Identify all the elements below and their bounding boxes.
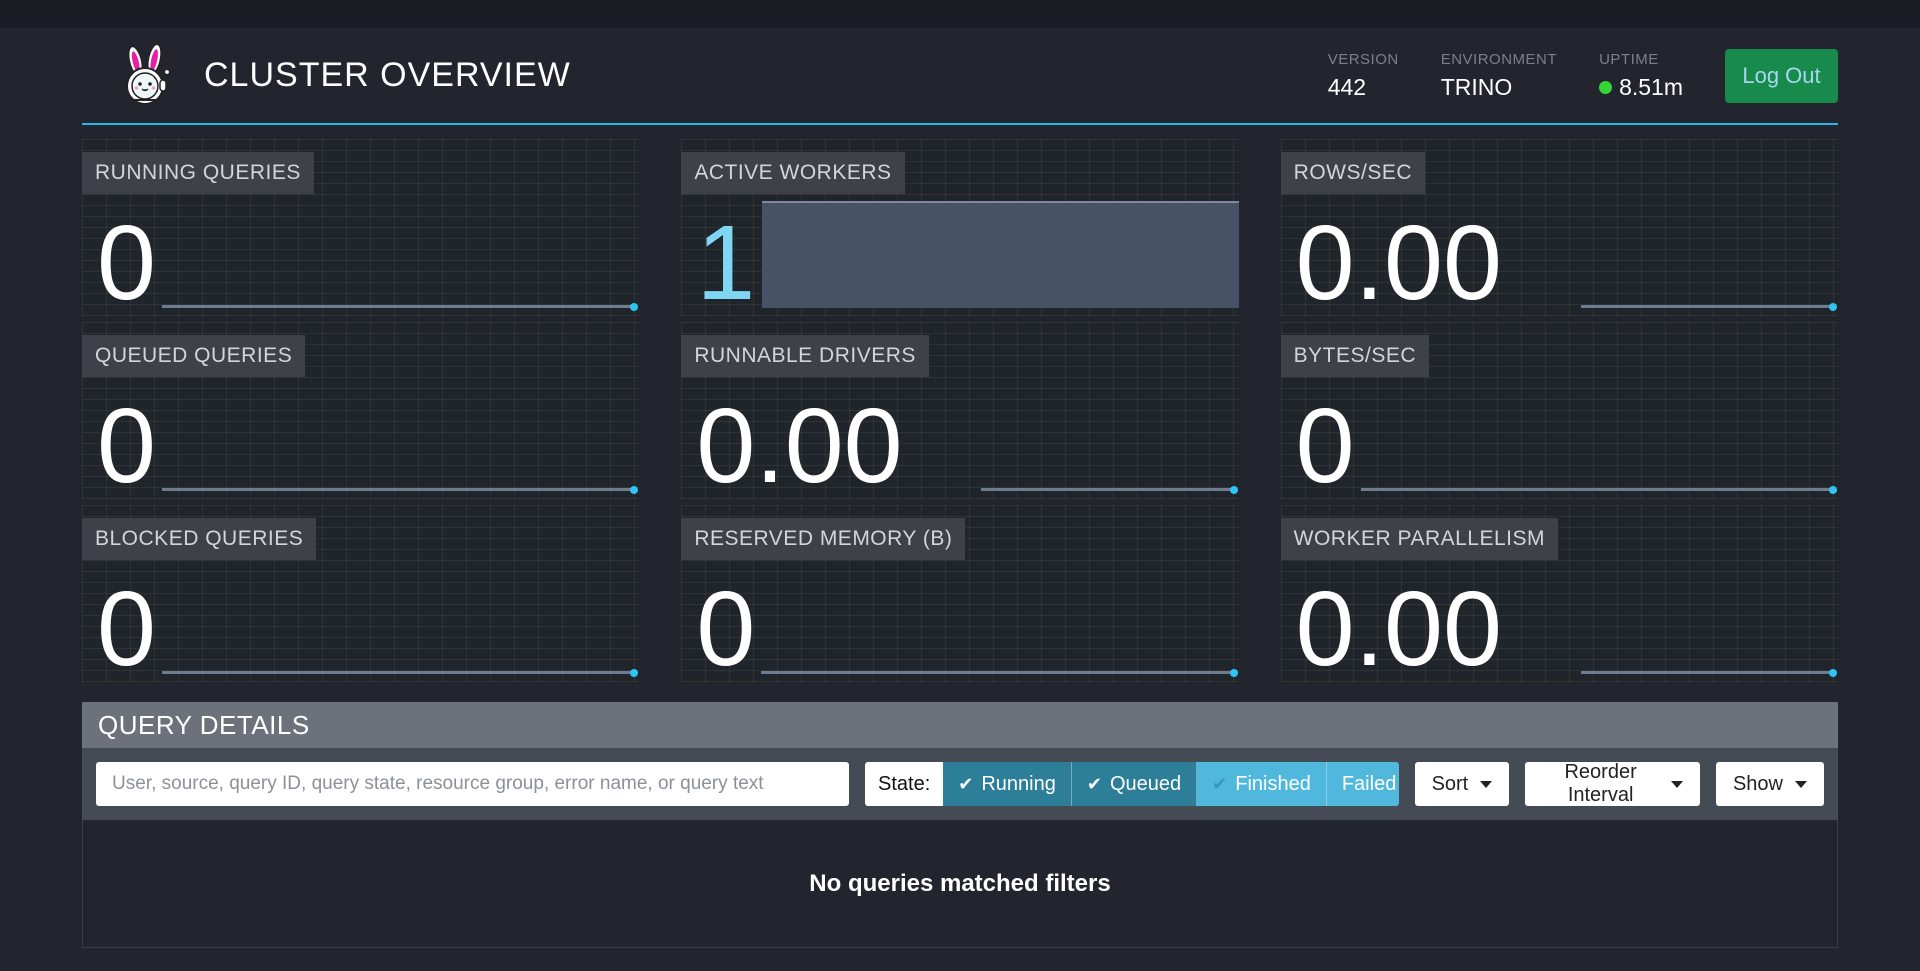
state-filter-finished-label: Finished [1235,773,1311,796]
logout-button[interactable]: Log Out [1725,49,1838,103]
sparkline [162,488,636,491]
state-filter-running[interactable]: ✔ Running [943,762,1072,806]
sparkline-dot [1829,669,1837,677]
card-value: 0 [97,586,156,673]
card-worker-parallelism: WORKER PARALLELISM 0.00 [1281,505,1838,683]
version-label: VERSION [1328,51,1399,68]
sparkline-dot [630,669,638,677]
sort-label: Sort [1432,773,1469,796]
state-filter-finished[interactable]: ✔ Finished [1197,762,1327,806]
state-filter-queued[interactable]: ✔ Queued [1072,762,1197,806]
card-label: RUNNABLE DRIVERS [681,335,929,377]
sparkline [1581,671,1835,674]
meta-uptime: UPTIME 8.51m [1599,51,1683,101]
sparkline [162,671,636,674]
card-label: QUEUED QUERIES [82,335,305,377]
sparkline-dot [1829,486,1837,494]
uptime-value: 8.51m [1599,74,1683,101]
state-filter-failed-label: Failed [1342,773,1396,796]
header: CLUSTER OVERVIEW VERSION 442 ENVIRONMENT… [82,28,1838,125]
card-value: 0 [1296,403,1355,490]
card-queued-queries: QUEUED QUERIES 0 [82,322,639,500]
card-blocked-queries: BLOCKED QUERIES 0 [82,505,639,683]
sparkline-dot [630,486,638,494]
state-filter-failed-dropdown[interactable]: Failed [1327,762,1399,806]
query-details-panel: QUERY DETAILS State: ✔ Running ✔ Queued … [82,702,1838,948]
card-label: ROWS/SEC [1281,152,1425,194]
show-dropdown-button[interactable]: Show [1716,762,1824,806]
card-running-queries: RUNNING QUERIES 0 [82,139,639,317]
card-value: 0 [696,586,755,673]
trino-bunny-logo [120,45,178,107]
chevron-down-icon [1671,781,1683,788]
card-label: RESERVED MEMORY (B) [681,518,965,560]
card-runnable-drivers: RUNNABLE DRIVERS 0.00 [681,322,1238,500]
top-strip [0,0,1920,28]
check-icon: ✔ [958,774,973,795]
sparkline [1581,305,1835,308]
state-filter-label: State: [865,762,943,806]
card-active-workers: ACTIVE WORKERS 1 [681,139,1238,317]
card-value: 0.00 [1296,220,1502,307]
card-label: RUNNING QUERIES [82,152,314,194]
card-bytes-per-sec: BYTES/SEC 0 [1281,322,1838,500]
sparkline [162,305,636,308]
query-details-toolbar: State: ✔ Running ✔ Queued ✔ Finished Fai… [82,748,1838,820]
stat-cards-grid: RUNNING QUERIES 0 ACTIVE WORKERS 1 ROWS/… [82,139,1838,683]
card-label: BLOCKED QUERIES [82,518,316,560]
uptime-label: UPTIME [1599,51,1683,68]
reorder-interval-label: Reorder Interval [1542,761,1659,807]
show-label: Show [1733,773,1783,796]
sparkline [981,488,1235,491]
sort-dropdown-button[interactable]: Sort [1415,762,1510,806]
card-rows-per-sec: ROWS/SEC 0.00 [1281,139,1838,317]
empty-message: No queries matched filters [809,870,1110,898]
sparkline [1361,488,1835,491]
meta-version: VERSION 442 [1328,51,1399,101]
query-details-title: QUERY DETAILS [82,702,1838,748]
header-meta: VERSION 442 ENVIRONMENT TRINO UPTIME 8.5… [1328,49,1838,103]
chevron-down-icon [1480,781,1492,788]
card-value: 0.00 [696,403,902,490]
card-value: 0 [97,220,156,307]
check-icon: ✔ [1087,774,1102,795]
chevron-down-icon [1795,781,1807,788]
meta-environment: ENVIRONMENT TRINO [1441,51,1557,101]
sparkline-dot [1829,303,1837,311]
sparkline [761,671,1235,674]
version-value: 442 [1328,74,1399,101]
page-title: CLUSTER OVERVIEW [204,56,571,95]
state-filter-group: State: ✔ Running ✔ Queued ✔ Finished Fai… [865,762,1399,806]
card-label: WORKER PARALLELISM [1281,518,1558,560]
query-list-empty-state: No queries matched filters [82,820,1838,948]
uptime-text: 8.51m [1619,74,1683,101]
card-value: 0.00 [1296,586,1502,673]
query-search-input[interactable] [96,762,849,806]
reorder-interval-dropdown-button[interactable]: Reorder Interval [1525,762,1700,806]
card-label: BYTES/SEC [1281,335,1429,377]
state-filter-queued-label: Queued [1110,773,1181,796]
sparkline-dot [1230,486,1238,494]
toolbar-right-controls: Sort Reorder Interval Show [1415,762,1824,806]
state-filter-running-label: Running [981,773,1056,796]
card-value: 0 [97,403,156,490]
card-reserved-memory: RESERVED MEMORY (B) 0 [681,505,1238,683]
sparkline-dot [630,303,638,311]
uptime-status-dot-icon [1599,81,1612,94]
environment-value: TRINO [1441,74,1557,101]
sparkline-dot [1230,669,1238,677]
check-icon: ✔ [1212,774,1227,795]
card-value: 1 [696,220,755,307]
environment-label: ENVIRONMENT [1441,51,1557,68]
active-workers-area-chart [762,201,1238,308]
card-label: ACTIVE WORKERS [681,152,904,194]
